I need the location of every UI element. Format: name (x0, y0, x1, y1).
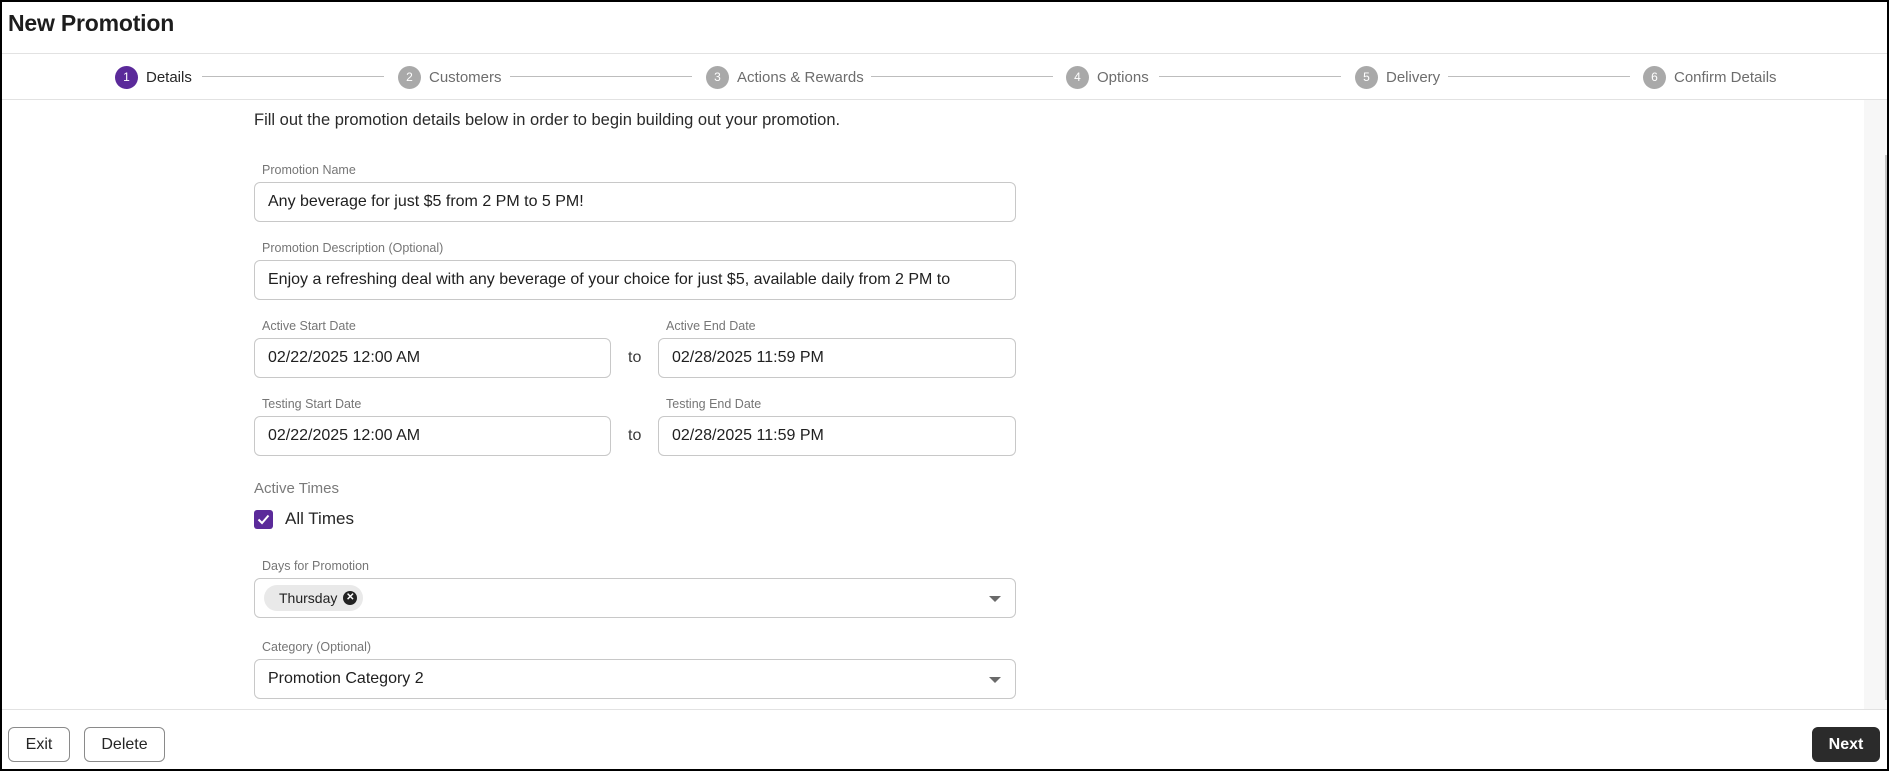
day-chip-thursday: Thursday ✕ (264, 585, 364, 611)
chevron-down-icon[interactable] (989, 596, 1001, 602)
promotion-name-input[interactable]: Any beverage for just $5 from 2 PM to 5 … (254, 182, 1016, 222)
scrollbar-thumb[interactable] (1885, 155, 1887, 700)
step-connector (1159, 76, 1341, 77)
promotion-description-label: Promotion Description (Optional) (262, 241, 444, 255)
intro-text: Fill out the promotion details below in … (254, 111, 841, 129)
step-delivery[interactable]: 5 Delivery (1355, 65, 1440, 89)
wizard-stepper: 1 Details 2 Customers 3 Actions & Reward… (2, 55, 1887, 100)
step-number: 6 (1643, 65, 1666, 89)
promotion-wizard: New Promotion 1 Details 2 Customers 3 Ac… (2, 2, 1887, 769)
active-times-label: Active Times (254, 480, 340, 497)
step-label: Delivery (1386, 68, 1441, 86)
active-end-date-input[interactable]: 02/28/2025 11:59 PM (658, 338, 1016, 378)
step-options[interactable]: 4 Options (1066, 65, 1149, 89)
page-title: New Promotion (8, 10, 175, 36)
remove-chip-icon[interactable]: ✕ (343, 591, 358, 605)
category-select[interactable]: Promotion Category 2 (254, 659, 1016, 699)
promotion-description-input[interactable]: Enjoy a refreshing deal with any beverag… (254, 260, 1016, 300)
date-range-separator: to (628, 427, 642, 444)
delete-button[interactable]: Delete (84, 727, 165, 762)
days-for-promotion-label: Days for Promotion (262, 559, 369, 573)
step-details[interactable]: 1 Details (115, 65, 192, 89)
page-header: New Promotion (2, 2, 1887, 54)
active-end-date-label: Active End Date (666, 319, 756, 333)
step-label: Options (1097, 68, 1149, 86)
scrollbar-track[interactable] (1864, 100, 1887, 710)
step-number: 4 (1066, 65, 1089, 89)
step-label: Actions & Rewards (737, 68, 864, 86)
checkmark-icon (257, 514, 270, 525)
chip-label: Thursday (279, 590, 338, 606)
testing-end-date-label: Testing End Date (666, 397, 762, 411)
testing-start-date-input[interactable]: 02/22/2025 12:00 AM (254, 416, 611, 456)
step-connector (871, 76, 1053, 77)
step-number: 5 (1355, 65, 1378, 89)
step-customers[interactable]: 2 Customers (398, 65, 502, 89)
next-button[interactable]: Next (1812, 727, 1880, 762)
step-label: Customers (429, 68, 502, 86)
step-label: Confirm Details (1674, 68, 1777, 86)
category-value: Promotion Category 2 (268, 670, 424, 687)
step-number: 2 (398, 65, 421, 89)
step-confirm-details[interactable]: 6 Confirm Details (1643, 65, 1777, 89)
all-times-checkbox[interactable] (254, 510, 273, 529)
step-actions-rewards[interactable]: 3 Actions & Rewards (706, 65, 864, 89)
testing-end-date-input[interactable]: 02/28/2025 11:59 PM (658, 416, 1016, 456)
form-content: Fill out the promotion details below in … (2, 100, 1864, 710)
step-label: Details (146, 68, 192, 86)
step-connector (1448, 76, 1630, 77)
days-for-promotion-select[interactable]: Thursday ✕ (254, 578, 1016, 618)
all-times-label: All Times (285, 509, 354, 528)
active-start-date-label: Active Start Date (262, 319, 356, 333)
category-label: Category (Optional) (262, 640, 372, 654)
active-start-date-input[interactable]: 02/22/2025 12:00 AM (254, 338, 611, 378)
step-number: 3 (706, 65, 729, 89)
step-connector (510, 76, 692, 77)
testing-start-date-label: Testing Start Date (262, 397, 362, 411)
chevron-down-icon[interactable] (989, 677, 1001, 683)
step-number: 1 (115, 65, 138, 89)
exit-button[interactable]: Exit (8, 727, 70, 762)
step-connector (202, 76, 384, 77)
promotion-name-label: Promotion Name (262, 163, 356, 177)
date-range-separator: to (628, 349, 642, 366)
footer-bar: Exit Delete Next (2, 709, 1887, 769)
